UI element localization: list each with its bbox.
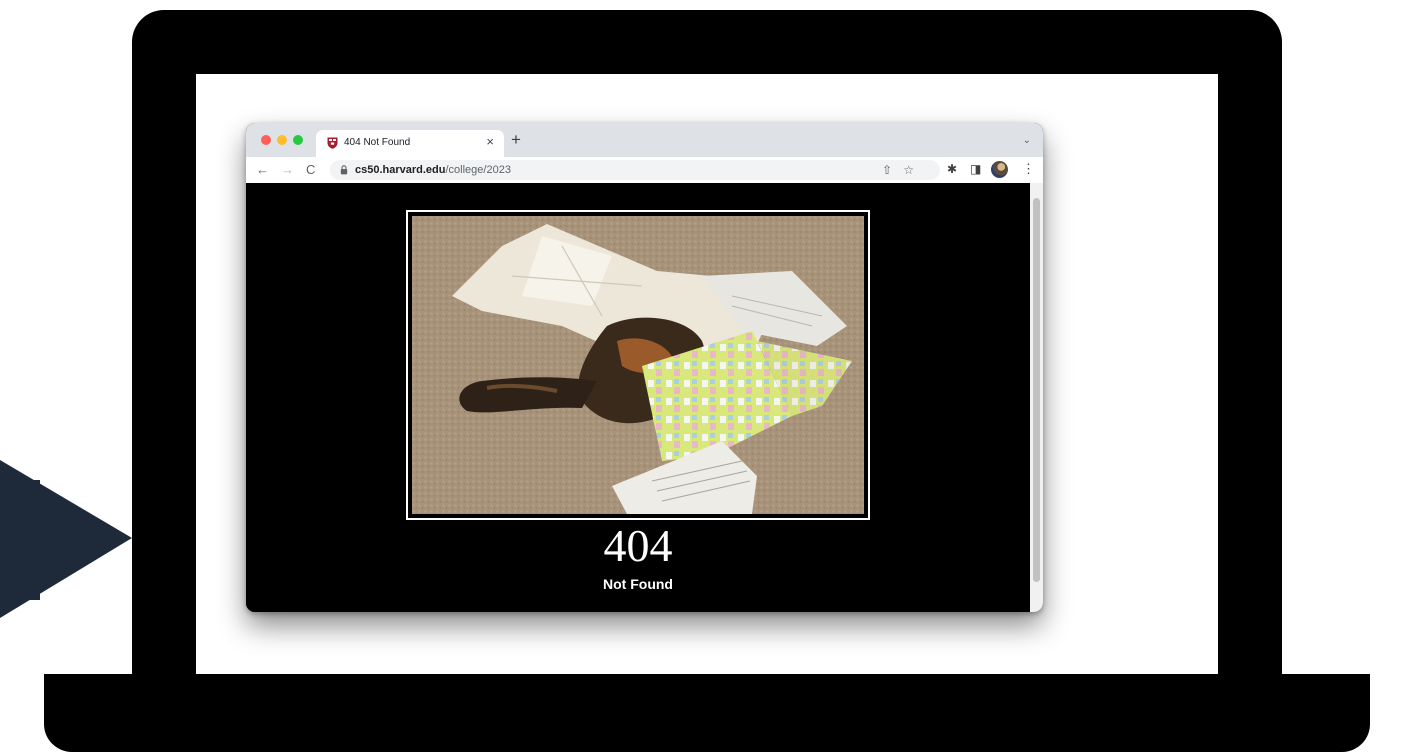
- error-code: 404: [603, 520, 673, 571]
- tab-search-chevron-icon[interactable]: ⌄: [1023, 135, 1031, 146]
- stage: 404 Not Found × + ⌄ ← → C cs50.harvard.e…: [0, 0, 1404, 752]
- reload-button[interactable]: C: [306, 162, 315, 177]
- error-message: Not Found: [603, 576, 673, 592]
- tab-title: 404 Not Found: [344, 137, 411, 148]
- lock-icon[interactable]: [340, 165, 348, 175]
- url-text[interactable]: cs50.harvard.edu/college/2023: [355, 164, 511, 176]
- profile-avatar[interactable]: [991, 161, 1008, 178]
- tab-bar: 404 Not Found × + ⌄: [246, 123, 1043, 157]
- url-host: cs50.harvard.edu: [355, 164, 446, 176]
- tab-close-icon[interactable]: ×: [486, 135, 494, 149]
- side-panel-icon[interactable]: ◨: [970, 162, 981, 177]
- page-viewport: 404 Not Found: [246, 183, 1043, 612]
- maximize-window-button[interactable]: [293, 135, 303, 145]
- forward-button[interactable]: →: [281, 162, 294, 177]
- bookmark-star-icon[interactable]: ☆: [903, 163, 914, 177]
- decorative-triangle: [0, 460, 132, 618]
- back-button[interactable]: ←: [256, 162, 269, 177]
- new-tab-button[interactable]: +: [511, 131, 521, 149]
- share-icon[interactable]: ⇧: [882, 163, 892, 177]
- scrollbar-thumb[interactable]: [1033, 198, 1040, 582]
- url-path: /college/2023: [445, 164, 511, 176]
- laptop-base: [44, 674, 1370, 752]
- extensions-puzzle-icon[interactable]: ✱: [947, 162, 957, 177]
- browser-window: 404 Not Found × + ⌄ ← → C cs50.harvard.e…: [246, 123, 1043, 612]
- browser-menu-icon[interactable]: ⋮: [1022, 161, 1035, 176]
- address-bar[interactable]: cs50.harvard.edu/college/2023 ⇧ ☆: [330, 160, 940, 180]
- cat-in-wrapping-paper-photo: [412, 216, 864, 514]
- page-scrollbar[interactable]: [1030, 183, 1043, 612]
- harvard-shield-icon: [327, 137, 338, 149]
- minimize-window-button[interactable]: [277, 135, 287, 145]
- tab-404-not-found[interactable]: 404 Not Found ×: [316, 130, 504, 157]
- browser-toolbar: ← → C cs50.harvard.edu/college/2023 ⇧ ☆ …: [246, 157, 1043, 183]
- error-photo-frame: [406, 210, 870, 520]
- close-window-button[interactable]: [261, 135, 271, 145]
